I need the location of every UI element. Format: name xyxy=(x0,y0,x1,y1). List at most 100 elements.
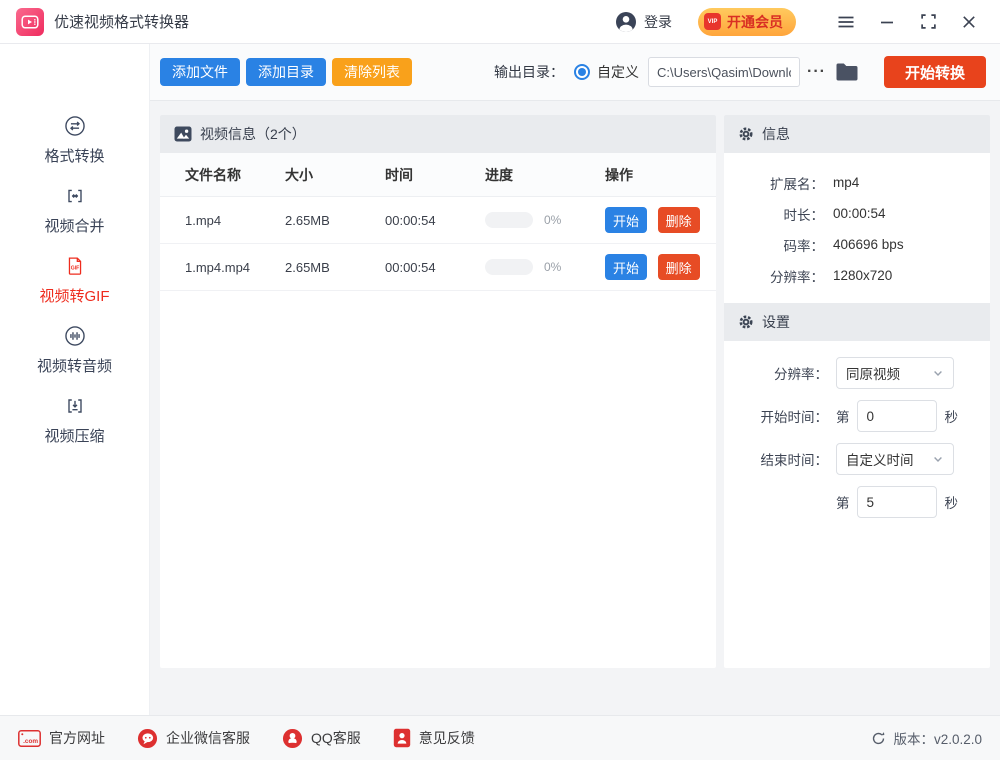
file-table-panel: 视频信息（2个） 文件名称 大小 时间 进度 操作 1.mp4 2.65MB 0… xyxy=(160,115,716,668)
col-time: 时间 xyxy=(385,165,485,185)
wechat-service-link[interactable]: 企业微信客服 xyxy=(137,728,250,749)
sidebar: 格式转换 视频合并 GIF 视频转GIF 视频转音频 xyxy=(0,44,150,715)
sidebar-item-label: 视频压缩 xyxy=(44,425,104,446)
sidebar-item-video-compress[interactable]: 视频压缩 xyxy=(0,394,149,446)
end-time-value-setting: 第 秒 xyxy=(724,486,990,518)
info-field-extension: 扩展名： mp4 xyxy=(724,167,990,198)
minimize-icon xyxy=(879,14,895,30)
info-header: 信息 xyxy=(724,115,990,153)
output-dir-label: 输出目录： xyxy=(494,62,564,82)
qq-service-link[interactable]: QQ客服 xyxy=(282,728,361,749)
clear-list-button[interactable]: 清除列表 xyxy=(332,58,412,86)
chevron-down-icon xyxy=(932,367,944,379)
custom-output-label: 自定义 xyxy=(597,62,639,82)
svg-text:GIF: GIF xyxy=(70,266,79,272)
official-website-link[interactable]: .com 官方网址 xyxy=(18,728,105,748)
minimize-button[interactable] xyxy=(874,9,900,35)
row-delete-button[interactable]: 删除 xyxy=(658,254,700,280)
format-convert-icon xyxy=(62,114,88,138)
version-label: 版本：v2.0.2.0 xyxy=(893,728,982,748)
settings-header: 设置 xyxy=(724,303,990,341)
toolbar: 添加文件 添加目录 清除列表 输出目录： 自定义 ··· 开始转换 xyxy=(150,44,1000,101)
content-area: 视频信息（2个） 文件名称 大小 时间 进度 操作 1.mp4 2.65MB 0… xyxy=(150,101,1000,715)
col-size: 大小 xyxy=(285,165,385,185)
row-delete-button[interactable]: 删除 xyxy=(658,207,700,233)
sidebar-item-video-to-gif[interactable]: GIF 视频转GIF xyxy=(0,254,149,306)
maximize-button[interactable] xyxy=(915,9,941,35)
info-settings-panel: 信息 扩展名： mp4 时长： 00:00:54 码率： 406696 bps xyxy=(724,115,990,668)
sidebar-item-label: 视频转GIF xyxy=(40,285,110,306)
feedback-icon xyxy=(393,728,411,748)
table-row: 1.mp4.mp4 2.65MB 00:00:54 0% 开始 删除 xyxy=(160,244,716,291)
progress-value: 0% xyxy=(544,260,561,274)
custom-output-radio[interactable]: 自定义 xyxy=(574,62,639,82)
table-column-header: 文件名称 大小 时间 进度 操作 xyxy=(160,153,716,197)
menu-button[interactable] xyxy=(833,9,859,35)
file-time: 00:00:54 xyxy=(385,213,485,228)
table-row: 1.mp4 2.65MB 00:00:54 0% 开始 删除 xyxy=(160,197,716,244)
start-prefix: 第 xyxy=(836,406,850,426)
start-time-setting: 开始时间： 第 秒 xyxy=(724,400,990,432)
file-name: 1.mp4.mp4 xyxy=(185,260,285,275)
video-compress-icon xyxy=(62,394,88,418)
titlebar: 优速视频格式转换器 登录 VIP 开通会员 xyxy=(0,0,1000,44)
browse-more-button[interactable]: ··· xyxy=(807,63,826,81)
progress-bar xyxy=(485,212,533,228)
sidebar-item-video-merge[interactable]: 视频合并 xyxy=(0,184,149,236)
start-time-input[interactable] xyxy=(857,400,937,432)
login-button[interactable]: 登录 xyxy=(615,11,672,33)
col-progress: 进度 xyxy=(485,165,605,185)
hamburger-icon xyxy=(837,14,855,30)
end-prefix: 第 xyxy=(836,492,850,512)
app-logo-icon xyxy=(16,8,44,36)
resolution-setting: 分辨率： 同原视频 xyxy=(724,357,990,389)
info-title: 信息 xyxy=(762,124,790,144)
gear-icon xyxy=(738,314,754,330)
feedback-link[interactable]: 意见反馈 xyxy=(393,728,475,748)
file-size: 2.65MB xyxy=(285,260,385,275)
resolution-select[interactable]: 同原视频 xyxy=(836,357,954,389)
login-label: 登录 xyxy=(644,12,672,32)
gear-icon xyxy=(738,126,754,142)
row-start-button[interactable]: 开始 xyxy=(605,254,647,280)
file-table-header: 视频信息（2个） xyxy=(160,115,716,153)
end-time-select[interactable]: 自定义时间 xyxy=(836,443,954,475)
sidebar-item-format-convert[interactable]: 格式转换 xyxy=(0,114,149,166)
qq-icon xyxy=(282,728,303,749)
info-field-duration: 时长： 00:00:54 xyxy=(724,198,990,229)
col-actions: 操作 xyxy=(605,165,716,185)
sidebar-item-label: 视频合并 xyxy=(44,215,104,236)
end-time-setting: 结束时间： 自定义时间 xyxy=(724,443,990,475)
gif-icon: GIF xyxy=(62,254,88,278)
file-time: 00:00:54 xyxy=(385,260,485,275)
open-folder-button[interactable] xyxy=(835,62,859,82)
website-icon: .com xyxy=(18,730,41,747)
user-icon xyxy=(615,11,637,33)
vip-upgrade-button[interactable]: VIP 开通会员 xyxy=(698,8,796,36)
sidebar-item-video-to-audio[interactable]: 视频转音频 xyxy=(0,324,149,376)
settings-title: 设置 xyxy=(762,312,790,332)
file-name: 1.mp4 xyxy=(185,213,285,228)
file-table-title: 视频信息（2个） xyxy=(200,124,306,144)
folder-icon xyxy=(835,62,859,82)
output-path-input[interactable] xyxy=(648,57,800,87)
sidebar-item-label: 格式转换 xyxy=(44,145,104,166)
col-name: 文件名称 xyxy=(185,165,285,185)
info-field-bitrate: 码率： 406696 bps xyxy=(724,229,990,260)
footer: .com 官方网址 企业微信客服 QQ客服 意见反馈 xyxy=(0,715,1000,760)
add-directory-button[interactable]: 添加目录 xyxy=(246,58,326,86)
sidebar-item-label: 视频转音频 xyxy=(37,355,112,376)
file-size: 2.65MB xyxy=(285,213,385,228)
start-convert-button[interactable]: 开始转换 xyxy=(884,56,986,88)
row-start-button[interactable]: 开始 xyxy=(605,207,647,233)
wechat-service-icon xyxy=(137,728,158,749)
end-time-input[interactable] xyxy=(857,486,937,518)
vip-label: 开通会员 xyxy=(727,12,783,32)
video-to-audio-icon xyxy=(62,324,88,348)
svg-text:.com: .com xyxy=(23,738,38,745)
info-field-resolution: 分辨率： 1280x720 xyxy=(724,260,990,291)
close-icon xyxy=(961,14,977,30)
end-suffix: 秒 xyxy=(945,492,959,512)
add-file-button[interactable]: 添加文件 xyxy=(160,58,240,86)
close-button[interactable] xyxy=(956,9,982,35)
